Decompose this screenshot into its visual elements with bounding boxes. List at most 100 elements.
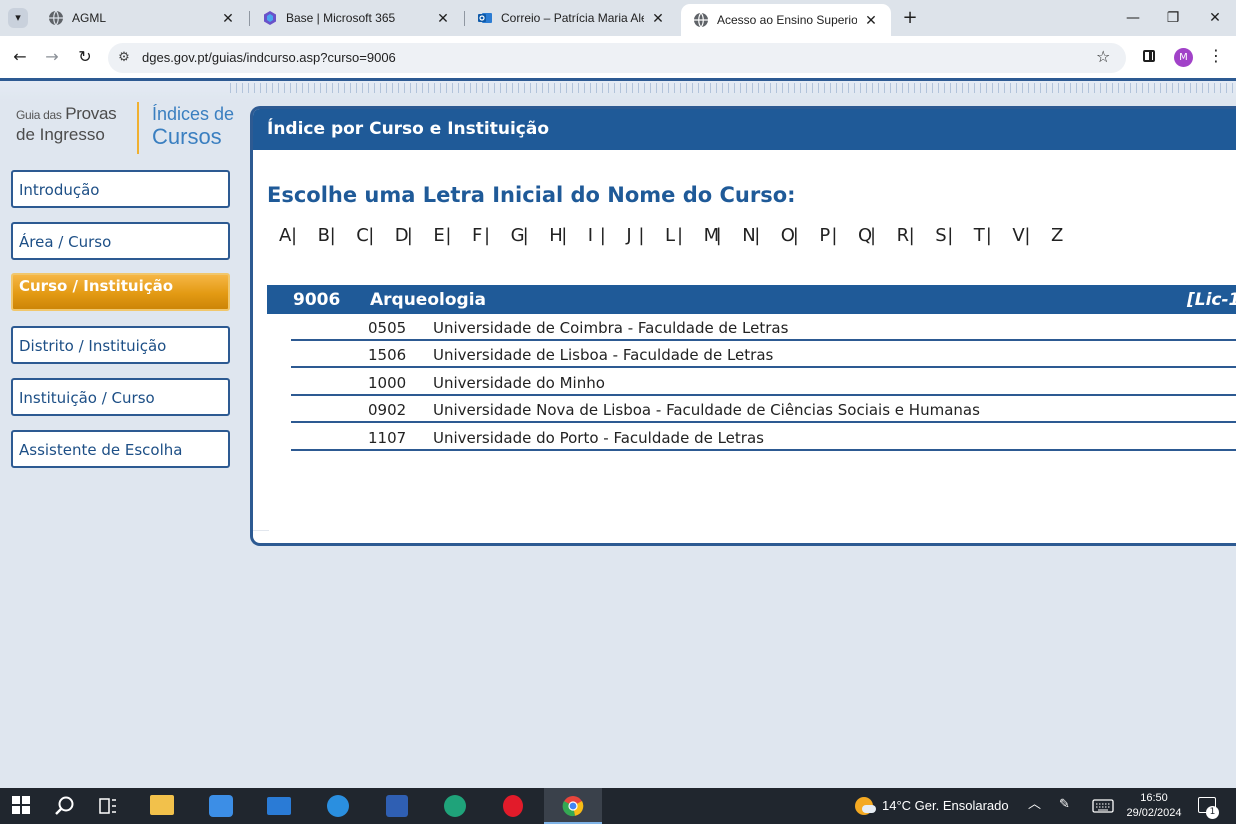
sidebar-item-assistente-escolha[interactable]: Assistente de Escolha [11, 430, 230, 468]
browser-tab-bar: ▾ AGML ✕ Base | Microsoft 365 ✕ Correio … [0, 0, 1236, 36]
pen-icon[interactable]: ✎ [1059, 796, 1070, 814]
close-window-icon[interactable]: ✕ [1195, 0, 1235, 36]
sidebar-item-instituicao-curso[interactable]: Instituição / Curso [11, 378, 230, 416]
letter-index: A | B | C | D | E | F | G | H | I | J | L | M | N | O | P | Q | R | S | T | V |… [279, 225, 1079, 247]
content-header: Índice por Curso e Instituição [253, 109, 1236, 150]
course-type: [Lic-1.º ciclo] [1187, 290, 1236, 310]
browser-menu-icon[interactable]: ⋮ [1208, 46, 1224, 65]
course-name: Arqueologia [370, 290, 486, 310]
profile-avatar[interactable]: M [1174, 48, 1193, 67]
search-icon[interactable] [54, 795, 76, 817]
institution-code: 1000 [368, 374, 407, 392]
tab-outlook[interactable]: Correio – Patrícia Maria Alexand ✕ [465, 0, 678, 36]
logo-text: Provas [65, 104, 117, 123]
page-top-decoration [0, 78, 1236, 102]
letter-link-e[interactable]: E [433, 225, 444, 247]
table-row[interactable]: 1107 Universidade do Porto - Faculdade d… [291, 424, 1236, 451]
institution-name-link[interactable]: Universidade do Porto - Faculdade de Let… [433, 429, 764, 447]
tab-microsoft-365[interactable]: Base | Microsoft 365 ✕ [250, 0, 463, 36]
back-arrow-icon[interactable]: ← [10, 47, 30, 67]
tab-close-icon[interactable]: ✕ [650, 10, 666, 27]
minimize-icon[interactable]: — [1113, 0, 1153, 36]
tab-search-dropdown-icon[interactable]: ▾ [8, 8, 28, 28]
letter-link-z[interactable]: Z [1051, 225, 1063, 247]
letter-link-j[interactable]: J [626, 225, 631, 247]
system-clock[interactable]: 16:50 29/02/2024 [1124, 791, 1184, 821]
letter-separator: | [677, 225, 684, 246]
letter-link-s[interactable]: S [935, 225, 946, 247]
internet-explorer-icon[interactable] [327, 795, 349, 817]
table-row[interactable]: 1506 Universidade de Lisboa - Faculdade … [291, 341, 1236, 368]
file-explorer-icon[interactable] [150, 795, 174, 815]
letter-link-i[interactable]: I [588, 225, 593, 247]
letter-separator: | [792, 225, 799, 246]
tab-label: AGML [72, 11, 107, 25]
clock-date: 29/02/2024 [1126, 807, 1182, 819]
tab-close-icon[interactable]: ✕ [435, 10, 451, 27]
institution-name-link[interactable]: Universidade Nova de Lisboa - Faculdade … [433, 401, 980, 419]
tab-label: Correio – Patrícia Maria Alexand [501, 11, 644, 25]
tab-close-icon[interactable]: ✕ [220, 10, 236, 27]
table-row[interactable]: 0505 Universidade de Coimbra - Faculdade… [291, 314, 1236, 341]
letter-link-l[interactable]: L [665, 225, 675, 247]
microsoft-store-icon[interactable] [209, 795, 233, 817]
letter-separator: | [484, 225, 491, 246]
sidebar-item-curso-instituicao[interactable]: Curso / Instituição [11, 273, 230, 311]
letter-separator: | [870, 225, 877, 246]
opera-icon[interactable] [503, 795, 523, 817]
bookmark-star-icon[interactable]: ☆ [1096, 47, 1110, 66]
chrome-icon[interactable] [562, 795, 584, 817]
table-row[interactable]: 1000 Universidade do Minho [291, 369, 1236, 396]
letter-link-v[interactable]: V [1012, 225, 1024, 247]
word-icon[interactable] [386, 795, 408, 817]
sidebar-item-area-curso[interactable]: Área / Curso [11, 222, 230, 260]
windows-start-icon[interactable] [12, 796, 30, 814]
logo-divider [137, 102, 139, 154]
institution-name-link[interactable]: Universidade do Minho [433, 374, 605, 392]
forward-arrow-icon[interactable]: → [42, 47, 62, 67]
letter-link-f[interactable]: F [472, 225, 482, 247]
tab-acesso-ensino-superior[interactable]: Acesso ao Ensino Superior 2024 ✕ [681, 4, 891, 36]
logo-indices-cursos[interactable]: Índices de Cursos [152, 104, 234, 150]
sidebar-item-introducao[interactable]: Introdução [11, 170, 230, 208]
tab-label: Base | Microsoft 365 [286, 11, 396, 25]
letter-link-p[interactable]: P [819, 225, 830, 247]
letter-link-r[interactable]: R [897, 225, 910, 247]
task-view-icon[interactable] [99, 797, 117, 815]
letters-heading: Escolhe uma Letra Inicial do Nome do Cur… [267, 183, 796, 207]
letter-separator: | [831, 225, 838, 246]
restore-icon[interactable]: ❐ [1153, 0, 1193, 36]
globe-icon [694, 12, 708, 28]
institution-name-link[interactable]: Universidade de Coimbra - Faculdade de L… [433, 319, 788, 337]
tab-agml[interactable]: AGML ✕ [36, 0, 248, 36]
tab-close-icon[interactable]: ✕ [863, 12, 879, 29]
letter-link-t[interactable]: T [974, 225, 985, 247]
institution-code: 0505 [368, 319, 407, 337]
edge-icon[interactable] [444, 795, 466, 817]
table-row[interactable]: 0902 Universidade Nova de Lisboa - Facul… [291, 396, 1236, 423]
footer-divider [253, 530, 269, 531]
letter-link-b[interactable]: B [318, 225, 330, 247]
microsoft365-icon [264, 11, 276, 25]
course-header-row: 9006 Arqueologia [Lic-1.º ciclo] [267, 285, 1236, 314]
reload-icon[interactable]: ↻ [75, 47, 95, 67]
site-info-icon[interactable]: ⚙ [116, 50, 132, 66]
letter-separator: | [291, 225, 298, 246]
letter-link-a[interactable]: A [279, 225, 291, 247]
institution-code: 1107 [368, 429, 407, 447]
new-tab-button[interactable]: + [900, 7, 920, 29]
institution-name-link[interactable]: Universidade de Lisboa - Faculdade de Le… [433, 346, 773, 364]
mail-icon[interactable] [267, 797, 291, 815]
logo-guia-provas-ingresso[interactable]: Guia das Provas de Ingresso [16, 104, 117, 145]
logo-text: Cursos [152, 124, 222, 149]
outlook-icon [478, 13, 492, 23]
side-panel-icon[interactable] [1143, 50, 1155, 62]
letter-link-c[interactable]: C [356, 225, 369, 247]
url-text[interactable]: dges.gov.pt/guias/indcurso.asp?curso=900… [142, 50, 396, 65]
letter-separator: | [406, 225, 413, 246]
weather-status[interactable]: 14°C Ger. Ensolarado [882, 798, 1009, 813]
tray-expand-icon[interactable]: ︿ [1028, 796, 1041, 814]
keyboard-icon[interactable] [1092, 799, 1114, 813]
institution-code: 0902 [368, 401, 407, 419]
sidebar-item-distrito-instituicao[interactable]: Distrito / Instituição [11, 326, 230, 364]
